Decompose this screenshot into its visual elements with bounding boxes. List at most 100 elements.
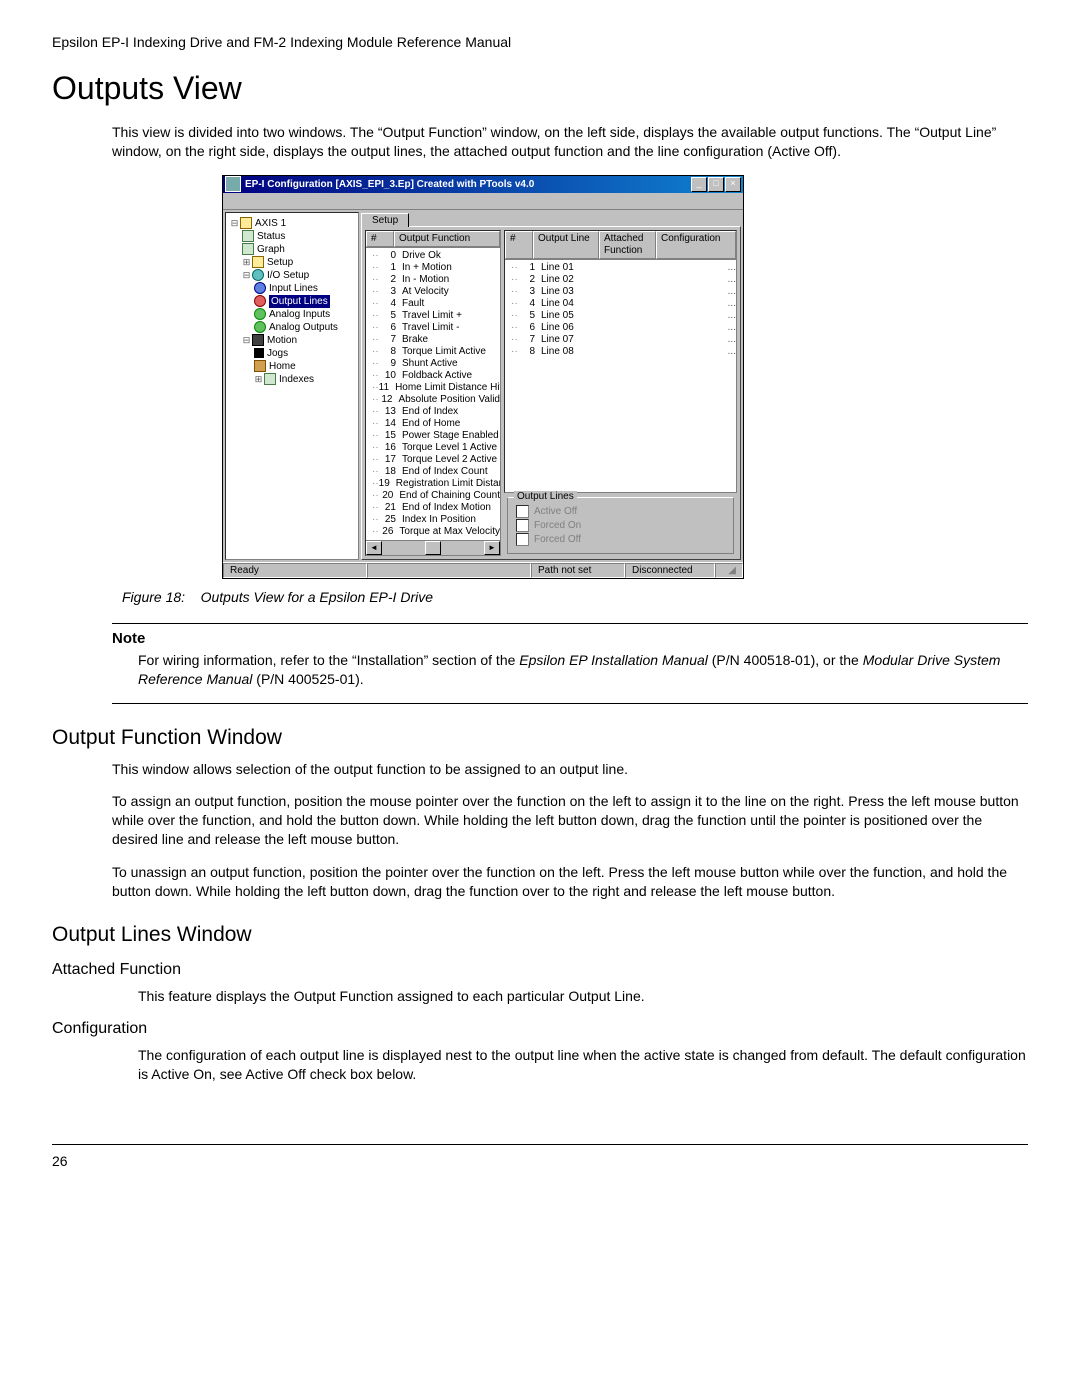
function-row[interactable]: ··5Travel Limit + bbox=[372, 310, 500, 322]
tree-item-home[interactable]: Home bbox=[228, 360, 356, 373]
function-row[interactable]: ··3At Velocity bbox=[372, 286, 500, 298]
function-row[interactable]: ··21End of Index Motion bbox=[372, 502, 500, 514]
scroll-thumb[interactable] bbox=[425, 541, 441, 555]
line-row[interactable]: ··2Line 02... bbox=[511, 274, 736, 286]
status-ready: Ready bbox=[223, 563, 367, 578]
checkbox-icon[interactable] bbox=[516, 519, 529, 532]
function-row[interactable]: ··25Index In Position bbox=[372, 514, 500, 526]
minimize-button[interactable]: _ bbox=[691, 177, 707, 192]
line-row[interactable]: ··7Line 07... bbox=[511, 334, 736, 346]
tree-item-analog-inputs[interactable]: Analog Inputs bbox=[228, 308, 356, 321]
maximize-button[interactable]: □ bbox=[708, 177, 724, 192]
function-row[interactable]: ··2In - Motion bbox=[372, 274, 500, 286]
page-number: 26 bbox=[52, 1153, 1028, 1169]
function-row[interactable]: ··12Absolute Position Valid bbox=[372, 394, 500, 406]
col-configuration[interactable]: Configuration bbox=[656, 231, 736, 259]
function-row[interactable]: ··18End of Index Count bbox=[372, 466, 500, 478]
line-row[interactable]: ··1Line 01... bbox=[511, 262, 736, 274]
jogs-icon bbox=[254, 348, 264, 358]
output-function-window-heading: Output Function Window bbox=[52, 726, 1028, 750]
tree-root[interactable]: ⊟AXIS 1 bbox=[228, 217, 356, 230]
function-row[interactable]: ··19Registration Limit Distance H bbox=[372, 478, 500, 490]
analog-outputs-icon bbox=[254, 321, 266, 333]
function-row[interactable]: ··9Shunt Active bbox=[372, 358, 500, 370]
setup-icon bbox=[252, 256, 264, 268]
function-rows[interactable]: ··0Drive Ok··1In + Motion··2In - Motion·… bbox=[366, 248, 500, 540]
checkbox-icon[interactable] bbox=[516, 505, 529, 518]
status-icon bbox=[242, 230, 254, 242]
doc-header: Epsilon EP-I Indexing Drive and FM-2 Ind… bbox=[52, 34, 1028, 50]
function-row[interactable]: ··13End of Index bbox=[372, 406, 500, 418]
line-row[interactable]: ··8Line 08... bbox=[511, 346, 736, 358]
checkbox-forced-off[interactable]: Forced Off bbox=[516, 533, 725, 546]
toolbar-area bbox=[223, 193, 743, 210]
function-row[interactable]: ··16Torque Level 1 Active bbox=[372, 442, 500, 454]
window-titlebar[interactable]: EP-I Configuration [AXIS_EPI_3.Ep] Creat… bbox=[223, 176, 743, 193]
col-output-function[interactable]: Output Function bbox=[394, 231, 500, 247]
function-row[interactable]: ··4Fault bbox=[372, 298, 500, 310]
tree-item-analog-outputs[interactable]: Analog Outputs bbox=[228, 321, 356, 334]
status-mid bbox=[367, 563, 531, 578]
tree-panel[interactable]: ⊟AXIS 1 Status Graph ⊞Setup ⊟I/O Setup I… bbox=[225, 212, 359, 560]
resize-grip-icon[interactable]: ◢ bbox=[715, 563, 743, 578]
section-title: Outputs View bbox=[52, 70, 1028, 107]
home-icon bbox=[254, 360, 266, 372]
ofw-para-2: To assign an output function, position t… bbox=[112, 792, 1028, 849]
output-function-list[interactable]: # Output Function ··0Drive Ok··1In + Mot… bbox=[365, 230, 501, 556]
function-row[interactable]: ··8Torque Limit Active bbox=[372, 346, 500, 358]
tree-item-graph[interactable]: Graph bbox=[228, 243, 356, 256]
function-row[interactable]: ··15Power Stage Enabled bbox=[372, 430, 500, 442]
note-rule-bottom bbox=[112, 703, 1028, 704]
col-output-line[interactable]: Output Line bbox=[533, 231, 599, 259]
tree-item-status[interactable]: Status bbox=[228, 230, 356, 243]
tree-item-input-lines[interactable]: Input Lines bbox=[228, 282, 356, 295]
line-row[interactable]: ··6Line 06... bbox=[511, 322, 736, 334]
tree-item-setup[interactable]: ⊞Setup bbox=[228, 256, 356, 269]
checkbox-icon[interactable] bbox=[516, 533, 529, 546]
note-heading: Note bbox=[112, 630, 1028, 647]
input-lines-icon bbox=[254, 282, 266, 294]
tree-item-motion[interactable]: ⊟Motion bbox=[228, 334, 356, 347]
line-row[interactable]: ··3Line 03... bbox=[511, 286, 736, 298]
tab-setup[interactable]: Setup bbox=[361, 213, 409, 227]
scroll-left-button[interactable]: ◄ bbox=[366, 541, 382, 555]
function-row[interactable]: ··0Drive Ok bbox=[372, 250, 500, 262]
function-row[interactable]: ··26Torque at Max Velocity bbox=[372, 526, 500, 538]
note-paragraph: For wiring information, refer to the “In… bbox=[138, 651, 1028, 689]
line-rows[interactable]: ··1Line 01...··2Line 02...··3Line 03...·… bbox=[505, 260, 736, 492]
app-window: EP-I Configuration [AXIS_EPI_3.Ep] Creat… bbox=[222, 175, 744, 579]
function-row[interactable]: ··6Travel Limit - bbox=[372, 322, 500, 334]
function-row[interactable]: ··11Home Limit Distance Hit bbox=[372, 382, 500, 394]
function-row[interactable]: ··7Brake bbox=[372, 334, 500, 346]
tree-item-io-setup[interactable]: ⊟I/O Setup bbox=[228, 269, 356, 282]
col-number[interactable]: # bbox=[366, 231, 394, 247]
output-line-list[interactable]: # Output Line Attached Function Configur… bbox=[504, 230, 737, 493]
horizontal-scrollbar[interactable]: ◄ ► bbox=[366, 540, 500, 555]
function-row[interactable]: ··10Foldback Active bbox=[372, 370, 500, 382]
axis-icon bbox=[240, 217, 252, 229]
close-button[interactable]: × bbox=[725, 177, 741, 192]
motion-icon bbox=[252, 334, 264, 346]
col-attached-function[interactable]: Attached Function bbox=[599, 231, 656, 259]
col-line-number[interactable]: # bbox=[505, 231, 533, 259]
tree-item-output-lines[interactable]: Output Lines bbox=[228, 295, 356, 308]
app-icon bbox=[225, 176, 241, 192]
ofw-para-1: This window allows selection of the outp… bbox=[112, 760, 1028, 779]
status-path: Path not set bbox=[531, 563, 625, 578]
checkbox-forced-on[interactable]: Forced On bbox=[516, 519, 725, 532]
tree-item-jogs[interactable]: Jogs bbox=[228, 347, 356, 360]
line-row[interactable]: ··4Line 04... bbox=[511, 298, 736, 310]
function-row[interactable]: ··17Torque Level 2 Active bbox=[372, 454, 500, 466]
analog-inputs-icon bbox=[254, 308, 266, 320]
tree-item-indexes[interactable]: ⊞Indexes bbox=[228, 373, 356, 386]
function-row[interactable]: ··14End of Home bbox=[372, 418, 500, 430]
ofw-para-3: To unassign an output function, position… bbox=[112, 863, 1028, 901]
scroll-right-button[interactable]: ► bbox=[484, 541, 500, 555]
function-row[interactable]: ··1In + Motion bbox=[372, 262, 500, 274]
function-row[interactable]: ··20End of Chaining Count bbox=[372, 490, 500, 502]
output-lines-window-heading: Output Lines Window bbox=[52, 923, 1028, 947]
line-row[interactable]: ··5Line 05... bbox=[511, 310, 736, 322]
status-bar: Ready Path not set Disconnected ◢ bbox=[223, 562, 743, 578]
note-rule-top bbox=[112, 623, 1028, 624]
checkbox-active-off[interactable]: Active Off bbox=[516, 505, 725, 518]
